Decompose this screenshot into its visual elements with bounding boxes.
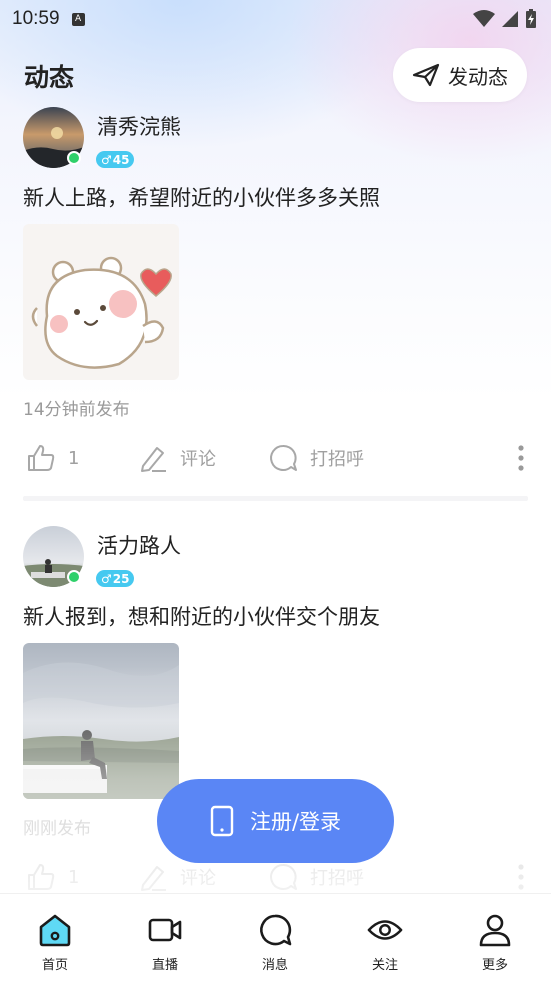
comment-button[interactable]: 评论 — [138, 438, 216, 478]
post-time: 刚刚发布 — [23, 819, 91, 839]
eye-icon — [367, 920, 403, 940]
signal-icon — [502, 11, 518, 27]
male-icon: ♂ — [101, 152, 112, 167]
post-divider — [23, 496, 528, 501]
wifi-icon — [473, 10, 495, 27]
register-login-label: 注册/登录 — [249, 810, 342, 834]
battery-charging-icon — [526, 9, 536, 28]
online-indicator — [67, 570, 81, 584]
video-camera-icon — [148, 918, 182, 942]
nav-item-messages[interactable]: 消息 — [220, 894, 330, 981]
like-count: 1 — [68, 447, 80, 469]
post-text: 新人报到，想和附近的小伙伴交个朋友 — [23, 605, 380, 629]
age-value: 25 — [112, 571, 130, 586]
more-options-icon[interactable] — [517, 863, 525, 891]
post-text: 新人上路，希望附近的小伙伴多多关照 — [23, 186, 380, 210]
nav-label-home: 首页 — [41, 958, 68, 973]
post-time: 14分钟前发布 — [23, 400, 130, 420]
page-header: 动态 发动态 — [0, 44, 551, 106]
post-image[interactable] — [23, 643, 179, 799]
home-icon — [39, 914, 71, 947]
nav-item-home[interactable]: 首页 — [0, 894, 110, 981]
nav-label-follow: 关注 — [371, 958, 398, 973]
greet-label: 打招呼 — [310, 449, 364, 470]
post-actions: 1 评论 打招呼 — [0, 438, 551, 478]
like-button[interactable]: 1 — [26, 438, 79, 478]
page-title: 动态 — [24, 63, 75, 92]
thumbs-up-icon — [28, 445, 55, 471]
status-time: 10:59 — [12, 8, 60, 29]
greet-button[interactable]: 打招呼 — [268, 438, 364, 478]
status-bar: 10:59 A — [0, 0, 551, 38]
bottom-nav: 首页 直播 消息 关注 更多 — [0, 893, 551, 981]
register-login-button[interactable]: 注册/登录 — [157, 779, 394, 863]
comment-label: 评论 — [180, 868, 216, 889]
comment-label: 评论 — [180, 449, 216, 470]
more-options-icon[interactable] — [517, 444, 525, 472]
like-count: 1 — [68, 866, 80, 888]
nav-item-follow[interactable]: 关注 — [330, 894, 440, 981]
person-icon — [479, 914, 511, 947]
man-sitting-outdoors-photo — [23, 643, 179, 799]
post-moment-button[interactable]: 发动态 — [393, 48, 527, 102]
username[interactable]: 清秀浣熊 — [97, 111, 181, 141]
cartoon-bear-sticker — [23, 224, 179, 380]
nav-label-more: 更多 — [481, 958, 508, 973]
gender-age-badge: ♂ 25 — [96, 570, 135, 587]
nav-label-messages: 消息 — [261, 958, 288, 973]
nav-label-live: 直播 — [151, 958, 178, 973]
pencil-icon — [141, 447, 166, 472]
pencil-icon — [141, 866, 166, 891]
online-indicator — [67, 151, 81, 165]
status-icons — [473, 9, 537, 29]
nav-item-more[interactable]: 更多 — [440, 894, 550, 981]
chat-bubble-icon — [270, 863, 297, 890]
like-button[interactable]: 1 — [26, 857, 79, 893]
age-value: 45 — [112, 152, 130, 167]
thumbs-up-icon — [28, 864, 55, 890]
keyboard-indicator-icon: A — [71, 12, 85, 26]
paper-plane-icon — [412, 63, 440, 87]
chat-bubble-icon — [260, 914, 292, 946]
post-image[interactable] — [23, 224, 179, 380]
gender-age-badge: ♂ 45 — [96, 151, 135, 168]
chat-bubble-icon — [270, 444, 297, 471]
nav-item-live[interactable]: 直播 — [110, 894, 220, 981]
post-moment-label: 发动态 — [448, 64, 508, 89]
feed-list[interactable]: 清秀浣熊 ♂ 45 新人上路，希望附近的小伙伴多多关照 14分钟前发布 1 评论… — [0, 106, 551, 893]
greet-label: 打招呼 — [310, 868, 364, 889]
username[interactable]: 活力路人 — [97, 530, 181, 560]
male-icon: ♂ — [101, 571, 112, 586]
phone-icon — [210, 805, 234, 837]
